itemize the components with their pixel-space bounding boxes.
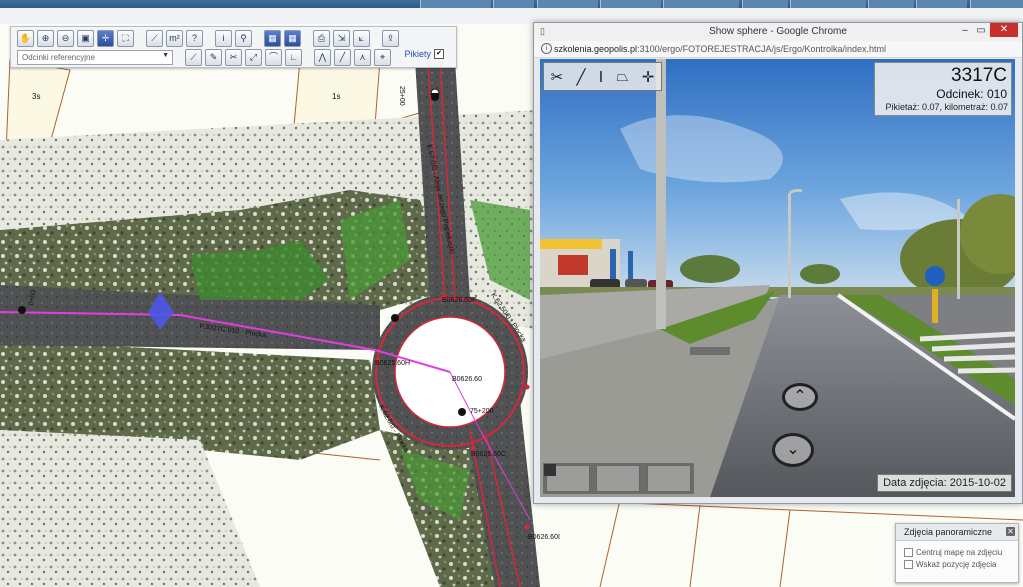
stop-button[interactable] xyxy=(544,464,691,492)
area-tool-icon[interactable]: ⏢ xyxy=(616,68,628,85)
location-pin-icon[interactable]: ⚲ xyxy=(235,29,252,47)
panel-header: Zdjęcia panoramiczne ✕ xyxy=(896,524,1018,541)
taskbar-tab[interactable] xyxy=(493,0,534,8)
layer-select[interactable]: Odcinki referencyjne ▼ xyxy=(17,49,173,65)
select-tool-icon[interactable]: ⌖ xyxy=(374,48,391,66)
window-titlebar: ▯ Show sphere - Google Chrome – ▭ ✕ xyxy=(534,23,1022,41)
map-label-node: B0626.60H xyxy=(375,360,411,367)
os-taskbar xyxy=(0,0,1023,8)
segment-number: Odcinek: 010 xyxy=(936,87,1007,101)
chevron-up-icon[interactable]: ⌃ xyxy=(782,383,818,411)
cut-tool-icon[interactable]: ✂ xyxy=(551,68,564,86)
panel-title: Zdjęcia panoramiczne xyxy=(904,527,993,537)
curve-tool-icon[interactable]: ⌒ xyxy=(265,48,282,66)
polyline-tool-icon[interactable]: ⋀ xyxy=(314,48,331,66)
line-tool-icon[interactable]: ╱ xyxy=(334,48,351,66)
taskbar-tab[interactable] xyxy=(537,0,598,8)
pause-button[interactable] xyxy=(545,464,641,492)
close-icon[interactable]: ✕ xyxy=(990,23,1018,37)
panorama-image[interactable] xyxy=(540,59,1015,497)
measure-line-icon[interactable]: ⟋ xyxy=(146,29,163,47)
pikiety-checkbox[interactable]: ✔ xyxy=(434,49,444,59)
measure-toolbar: ✂ ╱ Ⅰ ⏢ ✛ xyxy=(543,62,662,91)
photo-date: Data zdjęcia: 2015-10-02 xyxy=(877,474,1012,492)
taskbar-tab[interactable] xyxy=(916,0,967,8)
layers-grid-icon[interactable]: ▦ xyxy=(264,29,281,47)
chevron-down-icon[interactable]: ⌄ xyxy=(772,433,814,467)
layer-select-value: Odcinki referencyjne xyxy=(22,52,95,62)
playback-controls xyxy=(543,463,694,494)
taskbar-tab[interactable] xyxy=(742,0,788,8)
url-path: :3100/ergo/FOTOREJESTRACJA/js/Ergo/Kontr… xyxy=(637,44,886,54)
chevron-down-icon: ▼ xyxy=(162,51,169,59)
taskbar-tab[interactable] xyxy=(790,0,866,8)
help-query-icon[interactable]: ? xyxy=(186,29,203,47)
vertex-tool-icon[interactable]: ⋏ xyxy=(354,48,371,66)
taskbar-tab-active[interactable] xyxy=(420,0,491,8)
upload-icon[interactable]: ⇪ xyxy=(382,29,399,47)
map-label-node: B0626.60F xyxy=(442,297,477,304)
split-tool-icon[interactable]: ✂ xyxy=(225,48,242,66)
map-label-node: B0626.60I xyxy=(528,534,560,541)
zoom-in-icon[interactable]: ⊕ xyxy=(37,29,54,47)
info-icon[interactable]: i xyxy=(215,29,232,47)
maximize-icon[interactable]: ▭ xyxy=(974,25,988,37)
location-info-box: 3317C Odcinek: 010 Pikietaż: 0.07, kilom… xyxy=(874,62,1012,116)
move-arrows-icon[interactable]: ✛ xyxy=(97,29,114,47)
stop-icon xyxy=(544,464,556,476)
center-map-option[interactable]: Centruj mapę na zdjęciu xyxy=(904,548,1002,557)
taskbar-tab[interactable] xyxy=(868,0,914,8)
chainage-text: Pikietaż: 0.07, kilometraż: 0.07 xyxy=(885,102,1008,112)
pikiety-toggle[interactable]: Pikiety ✔ xyxy=(404,49,444,59)
height-tool-icon[interactable]: Ⅰ xyxy=(599,68,603,86)
map-label-node: B0626.60C xyxy=(471,451,507,458)
pikiety-label: Pikiety xyxy=(404,49,431,59)
site-info-icon[interactable]: i xyxy=(541,43,552,54)
map-toolbar: ✋ ⊕ ⊖ ▣ ✛ ⛶ ⟋ m² ? i ⚲ ▦ ▦ ⎙ ⇲ ⟀ ⇪ Odcin… xyxy=(10,26,457,68)
layers-grid-alt-icon[interactable]: ▦ xyxy=(284,29,301,47)
taskbar-tab[interactable] xyxy=(600,0,661,8)
window-title: Show sphere - Google Chrome xyxy=(709,26,847,37)
url-host: szkolenia.geopolis.pl xyxy=(554,44,638,54)
crosshair-icon[interactable]: ✛ xyxy=(642,68,655,86)
profile-icon[interactable]: ⟀ xyxy=(353,29,370,47)
parcel-label: 3s xyxy=(32,92,41,101)
full-extent-icon[interactable]: ⛶ xyxy=(117,29,134,47)
zoom-box-icon[interactable]: ▣ xyxy=(77,29,94,47)
taskbar-tab[interactable] xyxy=(970,0,1023,8)
url-text[interactable]: szkolenia.geopolis.pl:3100/ergo/FOTOREJE… xyxy=(554,44,886,54)
show-position-label: Wskaż pozycję zdjęcia xyxy=(916,560,997,569)
panorama-photos-panel: Zdjęcia panoramiczne ✕ Centruj mapę na z… xyxy=(895,523,1019,583)
edit-node-icon[interactable]: ⟋ xyxy=(185,48,202,66)
show-position-checkbox[interactable] xyxy=(904,560,913,569)
zoom-out-icon[interactable]: ⊖ xyxy=(57,29,74,47)
snap-tool-icon[interactable]: ⤢ xyxy=(245,48,262,66)
panorama-viewer[interactable]: ✂ ╱ Ⅰ ⏢ ✛ 3317C Odcinek: 010 Pikietaż: 0… xyxy=(540,59,1015,497)
center-map-checkbox[interactable] xyxy=(904,548,913,557)
map-label-km: 75+200 xyxy=(470,408,494,415)
map-label-node: B0626.60 xyxy=(452,376,482,383)
angle-tool-icon[interactable]: ∟ xyxy=(285,48,302,66)
close-icon[interactable]: ✕ xyxy=(1006,527,1015,536)
show-position-option[interactable]: Wskaż pozycję zdjęcia xyxy=(904,560,996,569)
taskbar-tab[interactable] xyxy=(663,0,739,8)
map-label-km: 25+00 xyxy=(398,86,405,106)
measure-area-icon[interactable]: m² xyxy=(166,29,183,47)
address-bar[interactable]: i szkolenia.geopolis.pl:3100/ergo/FOTORE… xyxy=(534,41,1022,58)
draw-pencil-icon[interactable]: ✎ xyxy=(205,48,222,66)
chrome-window: ▯ Show sphere - Google Chrome – ▭ ✕ i sz… xyxy=(533,22,1023,504)
pan-hand-icon[interactable]: ✋ xyxy=(17,29,34,47)
minimize-icon[interactable]: – xyxy=(958,25,972,37)
export-icon[interactable]: ⇲ xyxy=(333,29,350,47)
print-icon[interactable]: ⎙ xyxy=(313,29,330,47)
center-map-label: Centruj mapę na zdjęciu xyxy=(916,548,1003,557)
road-number: 3317C xyxy=(951,65,1007,86)
line-tool-icon[interactable]: ╱ xyxy=(576,68,585,86)
parcel-label: 1s xyxy=(332,92,341,101)
